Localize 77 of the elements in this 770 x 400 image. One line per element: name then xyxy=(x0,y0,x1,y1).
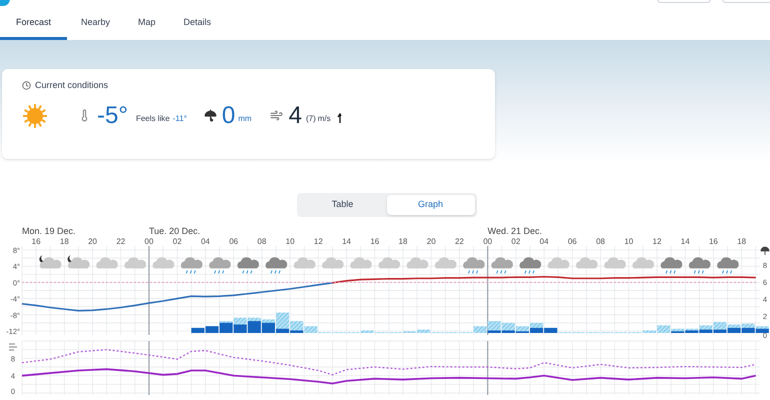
wind-value: 4 xyxy=(288,104,302,128)
feels-like-label: Feels like xyxy=(136,112,170,124)
precipitation-unit: mm xyxy=(238,112,252,124)
day-label: Wed. 21 Dec. xyxy=(488,226,542,236)
day-label: Tue. 20 Dec. xyxy=(149,226,200,236)
hour-label: 16 xyxy=(708,237,718,246)
day-divider xyxy=(487,341,488,395)
cloud-icon xyxy=(152,257,174,268)
hour-label: 14 xyxy=(342,237,351,246)
wind-unit: m/s xyxy=(318,112,331,124)
card-title: Current conditions xyxy=(35,79,108,92)
hour-label: 00 xyxy=(144,237,154,246)
rain-cloud-icon xyxy=(717,257,739,274)
hour-label: 16 xyxy=(32,237,41,246)
hour-label: 08 xyxy=(257,237,266,246)
hour-label: 16 xyxy=(370,237,380,246)
moon-cloud-icon xyxy=(68,255,90,268)
hour-label: 00 xyxy=(483,237,492,246)
cloud-icon xyxy=(350,257,372,268)
rain-cloud-icon xyxy=(688,257,711,274)
cloud-icon xyxy=(322,257,344,268)
hour-label: 22 xyxy=(454,237,464,246)
hour-label: 02 xyxy=(172,237,182,246)
hour-label: 22 xyxy=(116,237,126,246)
nav-tab[interactable]: Details xyxy=(170,0,226,40)
day-label: Mon. 19 Dec. xyxy=(22,226,76,236)
cloud-icon xyxy=(406,257,428,268)
rain-cloud-icon xyxy=(209,257,231,274)
cloud-icon xyxy=(378,257,400,268)
cloud-icon xyxy=(604,257,626,268)
hour-label: 10 xyxy=(624,237,634,246)
rain-cloud-icon xyxy=(266,257,288,274)
moon-cloud-icon xyxy=(39,255,62,268)
day-divider xyxy=(148,341,150,395)
hour-label: 12 xyxy=(652,237,662,246)
rain-cloud-icon xyxy=(180,257,203,274)
hour-label: 20 xyxy=(426,237,436,246)
wind-icon xyxy=(8,344,18,350)
cloud-icon xyxy=(434,257,457,268)
view-toggle-option[interactable]: Table xyxy=(298,195,386,215)
nav-tab[interactable]: Map xyxy=(124,0,170,40)
view-toggle-option[interactable]: Graph xyxy=(386,195,474,215)
hour-label: 10 xyxy=(286,237,295,246)
hour-label: 14 xyxy=(680,237,690,246)
temperature-value: -5° xyxy=(97,104,128,128)
hour-label: 06 xyxy=(568,237,577,246)
hour-label: 04 xyxy=(540,237,549,246)
cloud-icon xyxy=(124,257,146,268)
hour-label: 18 xyxy=(398,237,408,246)
wind-direction-arrow-icon xyxy=(336,112,343,122)
clock-icon xyxy=(22,81,31,90)
umbrella-icon xyxy=(204,109,217,122)
umbrella-icon xyxy=(760,246,770,256)
rain-cloud-icon xyxy=(520,257,542,274)
cloud-icon xyxy=(96,257,118,268)
wind-icon xyxy=(270,109,283,122)
cloud-icon xyxy=(548,257,570,268)
feels-like-value: -11° xyxy=(172,112,187,124)
hour-label: 04 xyxy=(201,237,210,246)
hour-label: 18 xyxy=(737,237,746,246)
gust-value: (7) xyxy=(306,112,316,124)
sun-icon xyxy=(22,102,48,128)
cloud-icon xyxy=(632,257,654,268)
hour-label: 20 xyxy=(88,237,97,246)
nav-tab[interactable]: Nearby xyxy=(67,0,124,40)
hour-label: 12 xyxy=(314,237,323,246)
rain-cloud-icon xyxy=(660,257,682,274)
cloud-icon xyxy=(576,257,598,268)
hour-label: 06 xyxy=(229,237,238,246)
rain-cloud-icon xyxy=(491,257,513,274)
hour-label: 18 xyxy=(60,237,69,246)
rain-cloud-icon xyxy=(463,257,485,274)
hour-label: 08 xyxy=(596,237,605,246)
precipitation-value: 0 xyxy=(222,104,236,128)
hour-label: 02 xyxy=(511,237,520,246)
cloud-icon xyxy=(294,257,316,268)
rain-cloud-icon xyxy=(237,257,259,274)
